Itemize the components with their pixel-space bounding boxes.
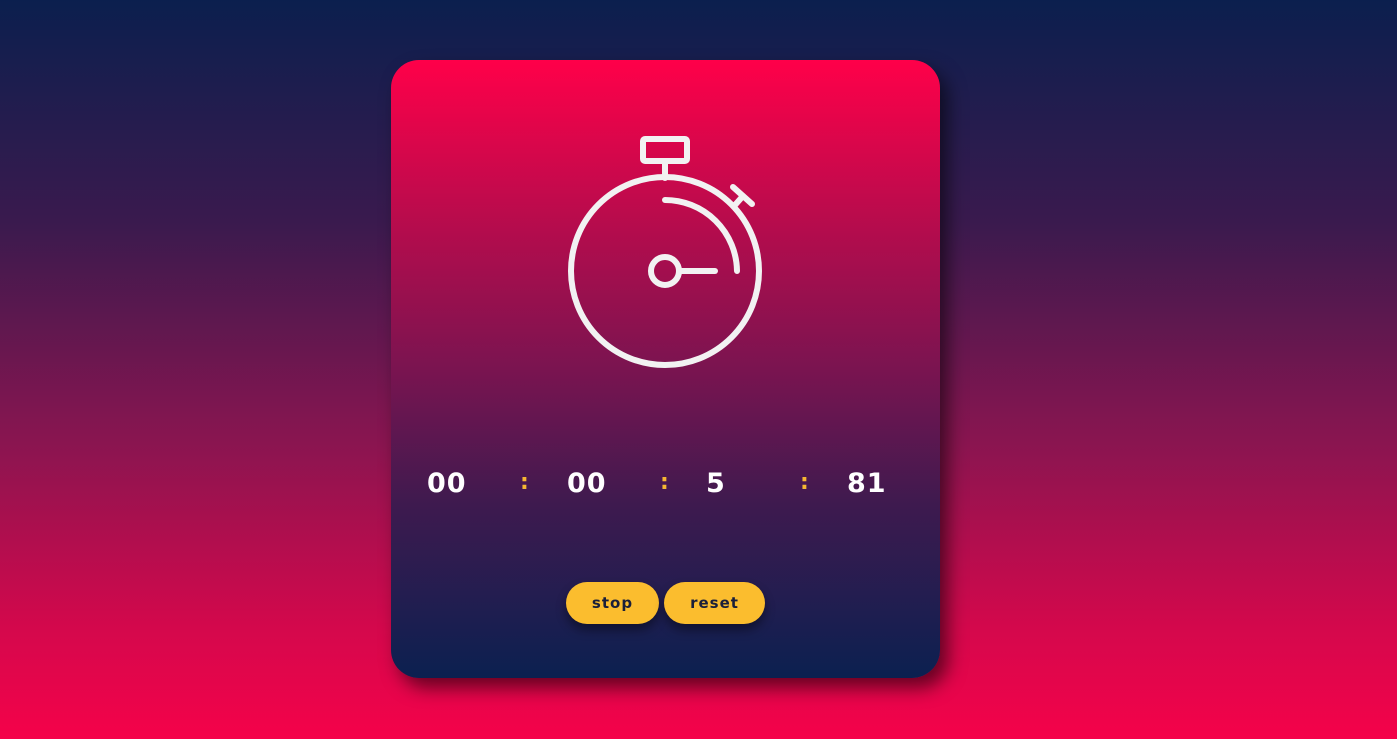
separator: : [660, 470, 669, 495]
hours-value: 00 [427, 468, 467, 499]
stopwatch-icon [568, 136, 762, 368]
stop-button[interactable]: stop [566, 582, 659, 624]
minutes-value: 00 [567, 468, 607, 499]
separator: : [800, 470, 809, 495]
milliseconds-value: 81 [847, 468, 887, 499]
seconds-value: 5 [706, 468, 726, 499]
separator: : [520, 470, 529, 495]
reset-button[interactable]: reset [664, 582, 765, 624]
time-display: 00 : 00 : 5 : 81 [391, 468, 940, 508]
